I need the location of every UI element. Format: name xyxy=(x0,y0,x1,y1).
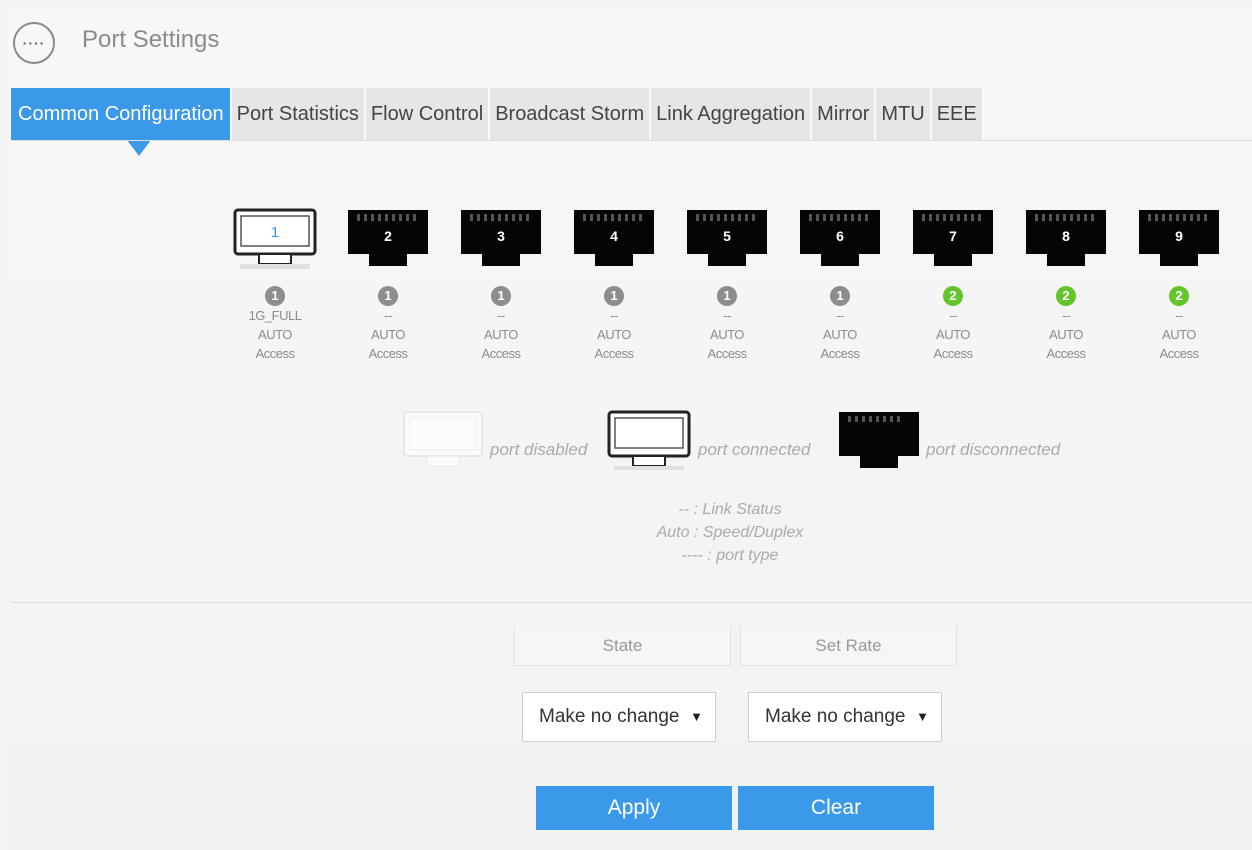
port-type: Access xyxy=(933,346,973,361)
port-4[interactable]: 4 1 -- AUTO Access xyxy=(571,200,657,363)
chevron-down-icon: ▼ xyxy=(916,709,929,724)
port-link-status: -- xyxy=(610,308,618,323)
tab-eee[interactable]: EEE xyxy=(931,88,984,140)
port-number: 5 xyxy=(723,228,731,244)
vlan-badge: 1 xyxy=(491,286,511,306)
port-disconnected-icon: 5 xyxy=(687,210,767,266)
port-type: Access xyxy=(1046,346,1086,361)
port-speed-duplex: AUTO xyxy=(597,327,631,342)
apply-button[interactable]: Apply xyxy=(536,786,732,830)
tab-port-statistics[interactable]: Port Statistics xyxy=(231,88,366,140)
port-speed-duplex: AUTO xyxy=(371,327,405,342)
port-disconnected-icon: 9 xyxy=(1139,210,1219,266)
port-disconnected-icon: 2 xyxy=(348,210,428,266)
port-number: 3 xyxy=(497,228,505,244)
state-select-value: Make no change xyxy=(539,706,680,727)
port-speed-duplex: AUTO xyxy=(936,327,970,342)
port-type: Access xyxy=(820,346,860,361)
port-speed-duplex: AUTO xyxy=(258,327,292,342)
port-disconnected-icon: 3 xyxy=(461,210,541,266)
port-speed-duplex: AUTO xyxy=(710,327,744,342)
port-link-status: -- xyxy=(1175,308,1183,323)
port-link-status: -- xyxy=(949,308,957,323)
legend-key-speed-duplex: Auto : Speed/Duplex xyxy=(656,524,804,541)
vlan-badge: 1 xyxy=(378,286,398,306)
port-type: Access xyxy=(255,346,295,361)
tab-link-aggregation[interactable]: Link Aggregation xyxy=(651,88,813,140)
port-speed-duplex: AUTO xyxy=(1049,327,1083,342)
port-connected-icon xyxy=(606,410,692,472)
state-header: State xyxy=(514,626,731,666)
port-panel: 1 1 1G_FULL AUTO Access 2 1 -- AUTO Access 3 1 -- AUT… xyxy=(232,200,1232,390)
port-link-status: -- xyxy=(497,308,505,323)
legend-disconnected-label: port disconnected xyxy=(926,440,1061,459)
vlan-badge: 1 xyxy=(717,286,737,306)
port-number: 1 xyxy=(271,224,279,241)
tab-mirror[interactable]: Mirror xyxy=(812,88,877,140)
vlan-badge: 1 xyxy=(265,286,285,306)
vlan-badge: 1 xyxy=(830,286,850,306)
page-title: Port Settings xyxy=(82,26,220,53)
port-3[interactable]: 3 1 -- AUTO Access xyxy=(458,200,544,363)
port-link-status: -- xyxy=(384,308,392,323)
port-link-status: -- xyxy=(836,308,844,323)
port-type: Access xyxy=(368,346,408,361)
tab-mtu[interactable]: MTU xyxy=(876,88,932,140)
legend-keys: -- : Link Status Auto : Speed/Duplex ---… xyxy=(600,498,860,567)
vlan-badge: 1 xyxy=(604,286,624,306)
legend-key-port-type: ---- : port type xyxy=(681,547,779,564)
tab-bar: Common Configuration Port Statistics Flo… xyxy=(11,88,984,156)
port-link-status: 1G_FULL xyxy=(248,308,302,323)
more-dots-icon[interactable]: ···· xyxy=(13,22,55,64)
port-number: 8 xyxy=(1062,228,1070,244)
port-type: Access xyxy=(707,346,747,361)
port-connected-icon: 1 xyxy=(233,208,317,269)
vlan-badge: 2 xyxy=(943,286,963,306)
port-7[interactable]: 7 2 -- AUTO Access xyxy=(910,200,996,363)
port-disconnected-icon: 7 xyxy=(913,210,993,266)
set-rate-select[interactable]: Make no change ▼ xyxy=(748,692,942,742)
port-disconnected-icon xyxy=(836,410,922,472)
port-6[interactable]: 6 1 -- AUTO Access xyxy=(797,200,883,363)
set-rate-select-value: Make no change xyxy=(765,706,906,727)
port-number: 9 xyxy=(1175,228,1183,244)
state-select[interactable]: Make no change ▼ xyxy=(522,692,716,742)
legend-key-link-status: -- : Link Status xyxy=(678,501,782,518)
port-disconnected-icon: 8 xyxy=(1026,210,1106,266)
port-speed-duplex: AUTO xyxy=(484,327,518,342)
port-8[interactable]: 8 2 -- AUTO Access xyxy=(1023,200,1109,363)
port-disconnected-icon: 6 xyxy=(800,210,880,266)
port-2[interactable]: 2 1 -- AUTO Access xyxy=(345,200,431,363)
tab-common-configuration[interactable]: Common Configuration xyxy=(11,88,232,156)
port-disabled-icon xyxy=(400,410,486,472)
legend-connected-label: port connected xyxy=(698,440,811,459)
section-divider xyxy=(11,602,1252,603)
tab-flow-control[interactable]: Flow Control xyxy=(365,88,491,140)
port-disconnected-icon: 4 xyxy=(574,210,654,266)
tab-divider xyxy=(11,140,1252,141)
port-link-status: -- xyxy=(1062,308,1070,323)
port-speed-duplex: AUTO xyxy=(823,327,857,342)
vlan-badge: 2 xyxy=(1169,286,1189,306)
port-type: Access xyxy=(481,346,521,361)
tab-broadcast-storm[interactable]: Broadcast Storm xyxy=(490,88,652,140)
port-5[interactable]: 5 1 -- AUTO Access xyxy=(684,200,770,363)
port-number: 4 xyxy=(610,228,618,244)
port-number: 2 xyxy=(384,228,392,244)
port-number: 6 xyxy=(836,228,844,244)
port-type: Access xyxy=(1159,346,1199,361)
set-rate-header: Set Rate xyxy=(740,626,957,666)
clear-button[interactable]: Clear xyxy=(738,786,934,830)
port-number: 7 xyxy=(949,228,957,244)
legend-disabled-label: port disabled xyxy=(490,440,588,459)
port-1[interactable]: 1 1 1G_FULL AUTO Access xyxy=(232,200,318,363)
vlan-badge: 2 xyxy=(1056,286,1076,306)
chevron-down-icon: ▼ xyxy=(690,709,703,724)
port-link-status: -- xyxy=(723,308,731,323)
port-speed-duplex: AUTO xyxy=(1162,327,1196,342)
port-9[interactable]: 9 2 -- AUTO Access xyxy=(1136,200,1222,363)
port-type: Access xyxy=(594,346,634,361)
